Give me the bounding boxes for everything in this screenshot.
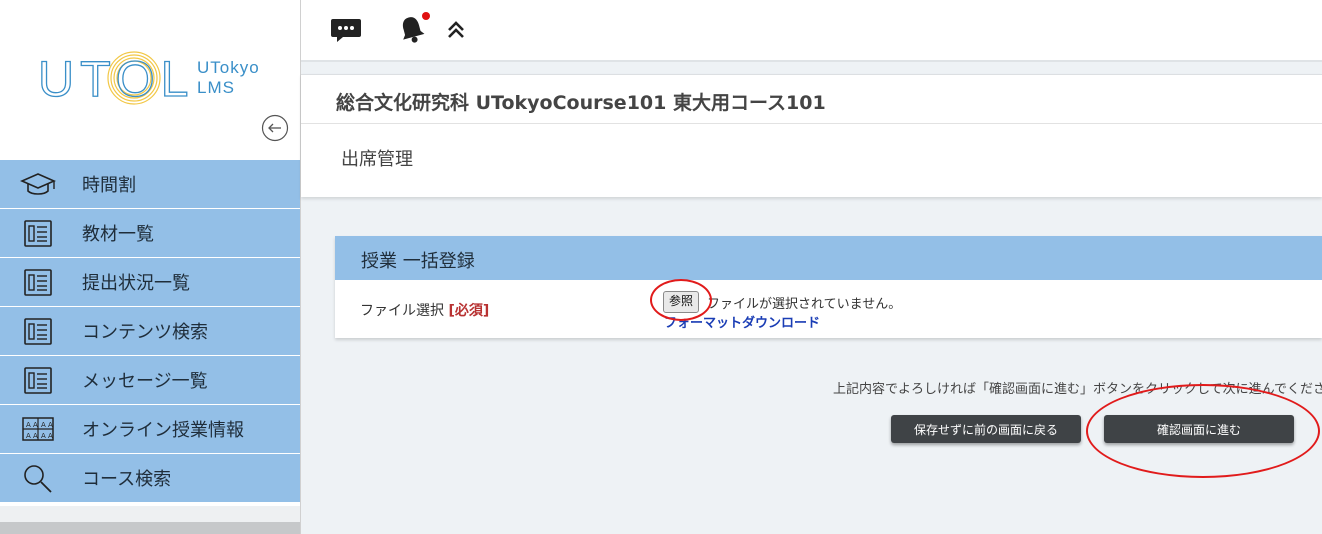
file-select-text: ファイル選択 <box>360 303 444 319</box>
graduation-cap-icon <box>20 173 56 195</box>
instruction-text: 上記内容でよろしければ「確認画面に進む」ボタンをクリックして次に進んでくださ <box>833 382 1322 397</box>
online-class-icon: A A A A A A A A <box>22 417 54 441</box>
svg-text:A A: A A <box>26 432 38 440</box>
sidebar-item-content-search[interactable]: コンテンツ検索 <box>0 307 300 356</box>
header-divider <box>301 123 1322 124</box>
logo-subtitle: UTokyo LMS <box>197 58 260 98</box>
card-header: 授業 一括登録 <box>335 236 1322 280</box>
logo-sub-line2: LMS <box>197 78 235 97</box>
search-icon <box>24 465 52 493</box>
sidebar-item-label: オンライン授業情報 <box>82 420 244 441</box>
sidebar-item-label: メッセージ一覧 <box>82 371 208 392</box>
sidebar-item-timetable[interactable]: 時間割 <box>0 160 300 209</box>
svg-text:A A: A A <box>41 432 53 440</box>
logo-sub-line1: UTokyo <box>197 58 260 77</box>
sidebar-item-materials[interactable]: 教材一覧 <box>0 209 300 258</box>
sidebar-gap <box>0 506 300 522</box>
no-file-status: ファイルが選択されていません。 <box>707 297 902 312</box>
sidebar-item-messages[interactable]: メッセージ一覧 <box>0 356 300 405</box>
document-list-icon <box>24 367 52 394</box>
proceed-to-confirm-button[interactable]: 確認画面に進む <box>1104 415 1294 443</box>
utol-logo: UTOL <box>38 50 188 106</box>
sidebar-item-label: コース検索 <box>82 469 172 490</box>
svg-text:A A: A A <box>26 421 38 429</box>
sidebar-footer-bar <box>0 522 300 534</box>
course-title: 総合文化研究科 UTokyoCourse101 東大用コース101 <box>336 92 826 114</box>
double-chevron-up-icon[interactable] <box>446 20 466 40</box>
sidebar-item-label: コンテンツ検索 <box>82 322 208 343</box>
back-without-saving-button[interactable]: 保存せずに前の画面に戻る <box>891 415 1081 443</box>
top-bar <box>301 0 1322 62</box>
logo-text: UTOL <box>38 51 188 106</box>
document-list-icon <box>24 269 52 296</box>
required-tag: [必須] <box>448 303 490 319</box>
sidebar-item-label: 時間割 <box>82 175 136 196</box>
bulk-register-card: 授業 一括登録 ファイル選択 [必須] 参照 ファイルが選択されていません。 フ… <box>335 236 1322 338</box>
chat-bubble-icon[interactable] <box>330 16 362 44</box>
svg-text:A A: A A <box>41 421 53 429</box>
sidebar-item-label: 教材一覧 <box>82 224 154 245</box>
page-title: 出席管理 <box>341 149 413 170</box>
sidebar-nav: 時間割 教材一覧 提出状況一覧 コンテンツ検索 メッセージ一覧 A A A A … <box>0 160 300 503</box>
sidebar-item-course-search[interactable]: コース検索 <box>0 454 300 503</box>
sidebar: UTOL UTokyo LMS 時間割 教材一覧 提出状況一覧 コンテンツ検索 … <box>0 0 301 534</box>
browse-file-button[interactable]: 参照 <box>663 291 700 313</box>
notification-dot <box>422 12 430 20</box>
course-header: 総合文化研究科 UTokyoCourse101 東大用コース101 出席管理 <box>301 74 1322 197</box>
collapse-sidebar-icon[interactable] <box>261 114 289 142</box>
sidebar-item-submissions[interactable]: 提出状況一覧 <box>0 258 300 307</box>
document-list-icon <box>24 220 52 247</box>
bell-icon[interactable] <box>396 10 432 46</box>
sidebar-item-online-class[interactable]: A A A A A A A A オンライン授業情報 <box>0 405 300 454</box>
logo-area: UTOL UTokyo LMS <box>0 0 300 160</box>
document-list-icon <box>24 318 52 345</box>
file-select-label: ファイル選択 [必須] <box>360 300 489 320</box>
sidebar-item-label: 提出状況一覧 <box>82 273 190 294</box>
format-download-link[interactable]: フォーマットダウンロード <box>664 312 820 331</box>
card-title: 授業 一括登録 <box>361 251 475 272</box>
